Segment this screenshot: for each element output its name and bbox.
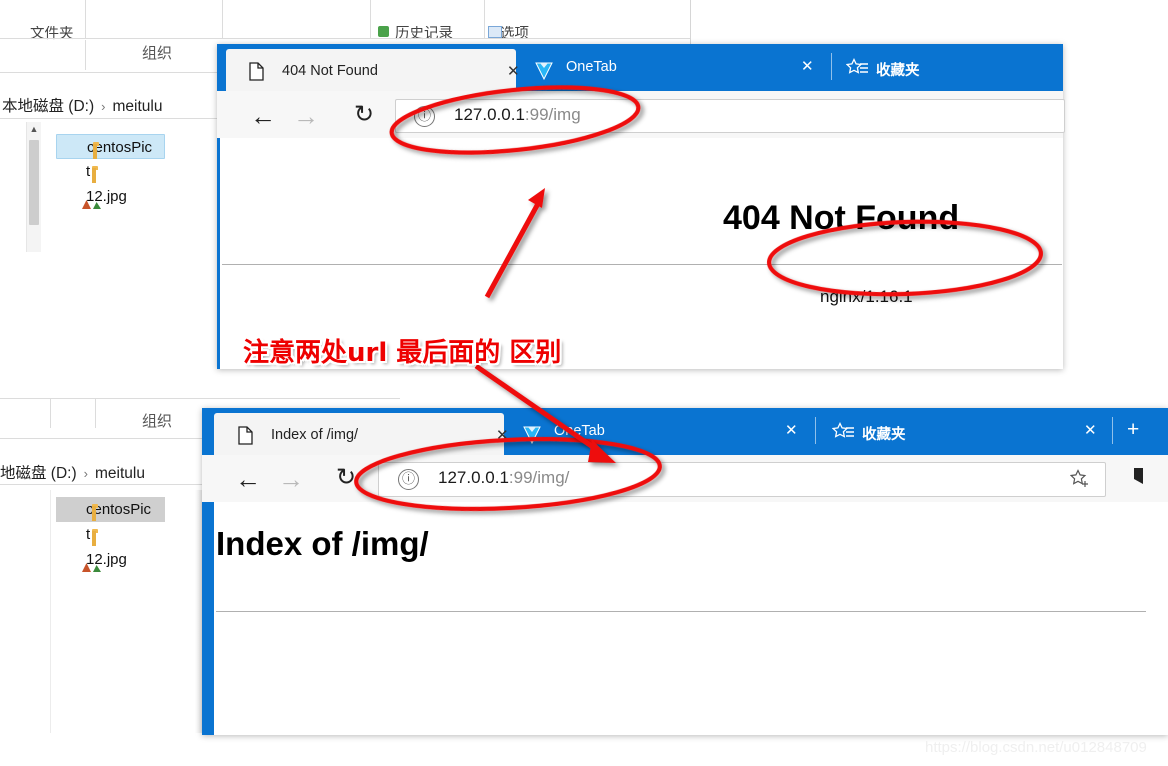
list-item-label: t (86, 163, 91, 180)
breadcrumb-folder[interactable]: meitulu (95, 465, 145, 482)
organize-label-top-text: 组织 (142, 45, 173, 62)
organize-label-top[interactable]: 组织 (142, 42, 172, 63)
new-tab-button[interactable]: + (1127, 419, 1139, 440)
ribbon-label-options[interactable]: 选项 (500, 26, 590, 42)
file-list-top[interactable]: centosPic t 12.jpg (56, 134, 166, 209)
tab-404-not-found[interactable]: 404 Not Found ✕ (226, 49, 520, 93)
tab-close-icon[interactable]: ✕ (496, 428, 509, 443)
list-item[interactable]: t (56, 522, 165, 547)
tab-index-of-img[interactable]: Index of /img/ ✕ (214, 413, 509, 457)
url-path: :99/img/ (508, 468, 570, 487)
browser-window-404[interactable]: 404 Not Found ✕ OneTab ✕ 收藏夹 ← → ↻ ⓘ 127… (217, 44, 1065, 369)
history-icon (378, 26, 389, 37)
back-button[interactable]: ← (250, 103, 276, 129)
list-item-label: 12.jpg (86, 188, 127, 205)
page-divider (222, 264, 1062, 265)
reload-button[interactable]: ↻ (354, 103, 374, 127)
onetab-close-icon[interactable]: ✕ (785, 423, 798, 438)
ribbon-label-options-text: 选项 (500, 26, 529, 42)
titlebar-divider (815, 417, 816, 444)
breadcrumb-top[interactable]: 本地磁盘 (D:) › meitulu (2, 94, 162, 116)
url-host: 127.0.0.1 (438, 468, 509, 487)
list-item[interactable]: 12.jpg (56, 184, 165, 209)
breadcrumb-folder[interactable]: meitulu (112, 98, 162, 115)
titlebar-divider (831, 53, 832, 80)
list-item[interactable]: centosPic (56, 134, 166, 159)
ribbon-label-folder-text: 文件夹 (30, 26, 74, 42)
breadcrumb-bottom[interactable]: 地磁盘 (D:) › meitulu (0, 461, 145, 483)
options-icon (488, 26, 502, 38)
window-close-button[interactable]: ✕ (1084, 423, 1097, 438)
list-item-label: t (86, 526, 91, 543)
page-content-index: Index of /img/ ../ centosPic/ 12-Apr-202… (214, 503, 1168, 735)
file-list-bottom[interactable]: centosPic t 12.jpg (56, 497, 166, 572)
forward-button[interactable]: → (293, 103, 319, 129)
onetab-tab-label[interactable]: OneTab (566, 59, 617, 75)
address-bar-bottom[interactable]: ⓘ 127.0.0.1:99/img/ (378, 462, 1106, 497)
add-favorite-star-icon[interactable] (1069, 469, 1091, 489)
onetab-close-icon[interactable]: ✕ (801, 59, 814, 74)
address-bar-top[interactable]: ⓘ 127.0.0.1:99/img (395, 99, 1065, 133)
scroll-up-arrow-icon[interactable]: ▲ (27, 122, 41, 137)
onetab-diamond-icon (535, 61, 553, 81)
breadcrumb-drive[interactable]: 本地磁盘 (D:) (2, 98, 94, 115)
tab-close-icon[interactable]: ✕ (507, 64, 520, 79)
favorites-star-icon[interactable] (845, 57, 869, 78)
favorites-star-icon[interactable] (831, 421, 855, 442)
browser-window-index[interactable]: Index of /img/ ✕ OneTab ✕ 收藏夹 ✕ + ← → ↻ … (202, 408, 1168, 735)
annotation-note-text: 注意两处url 最后面的 区别 (243, 338, 562, 368)
reload-button[interactable]: ↻ (336, 466, 356, 490)
page-title: Index of /img/ (216, 525, 429, 562)
list-item[interactable]: 12.jpg (56, 547, 165, 572)
titlebar-divider-2 (1112, 417, 1113, 444)
ribbon-label-history-text: 历史记录 (395, 26, 453, 42)
page-document-icon (249, 62, 264, 81)
ribbon-label-history[interactable]: 历史记录 (395, 26, 485, 42)
url-host: 127.0.0.1 (454, 105, 525, 124)
onetab-diamond-icon (523, 425, 541, 445)
page-divider-top (216, 611, 1146, 612)
server-signature: nginx/1.16.1 (820, 287, 913, 306)
reading-view-icon[interactable] (1132, 466, 1156, 492)
favorites-label[interactable]: 收藏夹 (876, 59, 920, 80)
page-document-icon (238, 426, 253, 445)
forward-button[interactable]: → (278, 466, 304, 492)
directory-listing: ../ centosPic/ 12-Apr-2020 15:37 - t/ 12… (217, 706, 380, 735)
page-title: 404 Not Found (723, 199, 960, 237)
breadcrumb-separator-icon: › (83, 466, 88, 481)
back-button[interactable]: ← (235, 466, 261, 492)
scroll-thumb[interactable] (29, 140, 39, 225)
url-path: :99/img (524, 105, 581, 124)
organize-label-bottom-text: 组织 (142, 413, 173, 430)
organize-label-bottom[interactable]: 组织 (142, 410, 172, 431)
onetab-tab-label[interactable]: OneTab (554, 423, 605, 439)
list-item[interactable]: t (56, 159, 165, 184)
site-info-icon[interactable]: ⓘ (414, 106, 435, 127)
breadcrumb-separator-icon: › (101, 99, 106, 114)
list-item[interactable]: centosPic (56, 497, 166, 522)
address-bar-text: 127.0.0.1:99/img/ (438, 468, 569, 488)
watermark: https://blog.csdn.net/u012848709 (925, 739, 1147, 756)
tab-label: 404 Not Found (282, 63, 378, 79)
address-bar-text: 127.0.0.1:99/img (454, 105, 581, 125)
tab-label: Index of /img/ (271, 427, 359, 443)
ribbon-label-folder[interactable]: 文件夹 (30, 26, 90, 42)
favorites-label[interactable]: 收藏夹 (862, 423, 906, 444)
breadcrumb-drive[interactable]: 地磁盘 (D:) (0, 465, 77, 482)
site-info-icon[interactable]: ⓘ (398, 469, 419, 490)
list-item-label: 12.jpg (86, 551, 127, 568)
explorer-top-scrollbar[interactable]: ▲ (26, 122, 41, 252)
